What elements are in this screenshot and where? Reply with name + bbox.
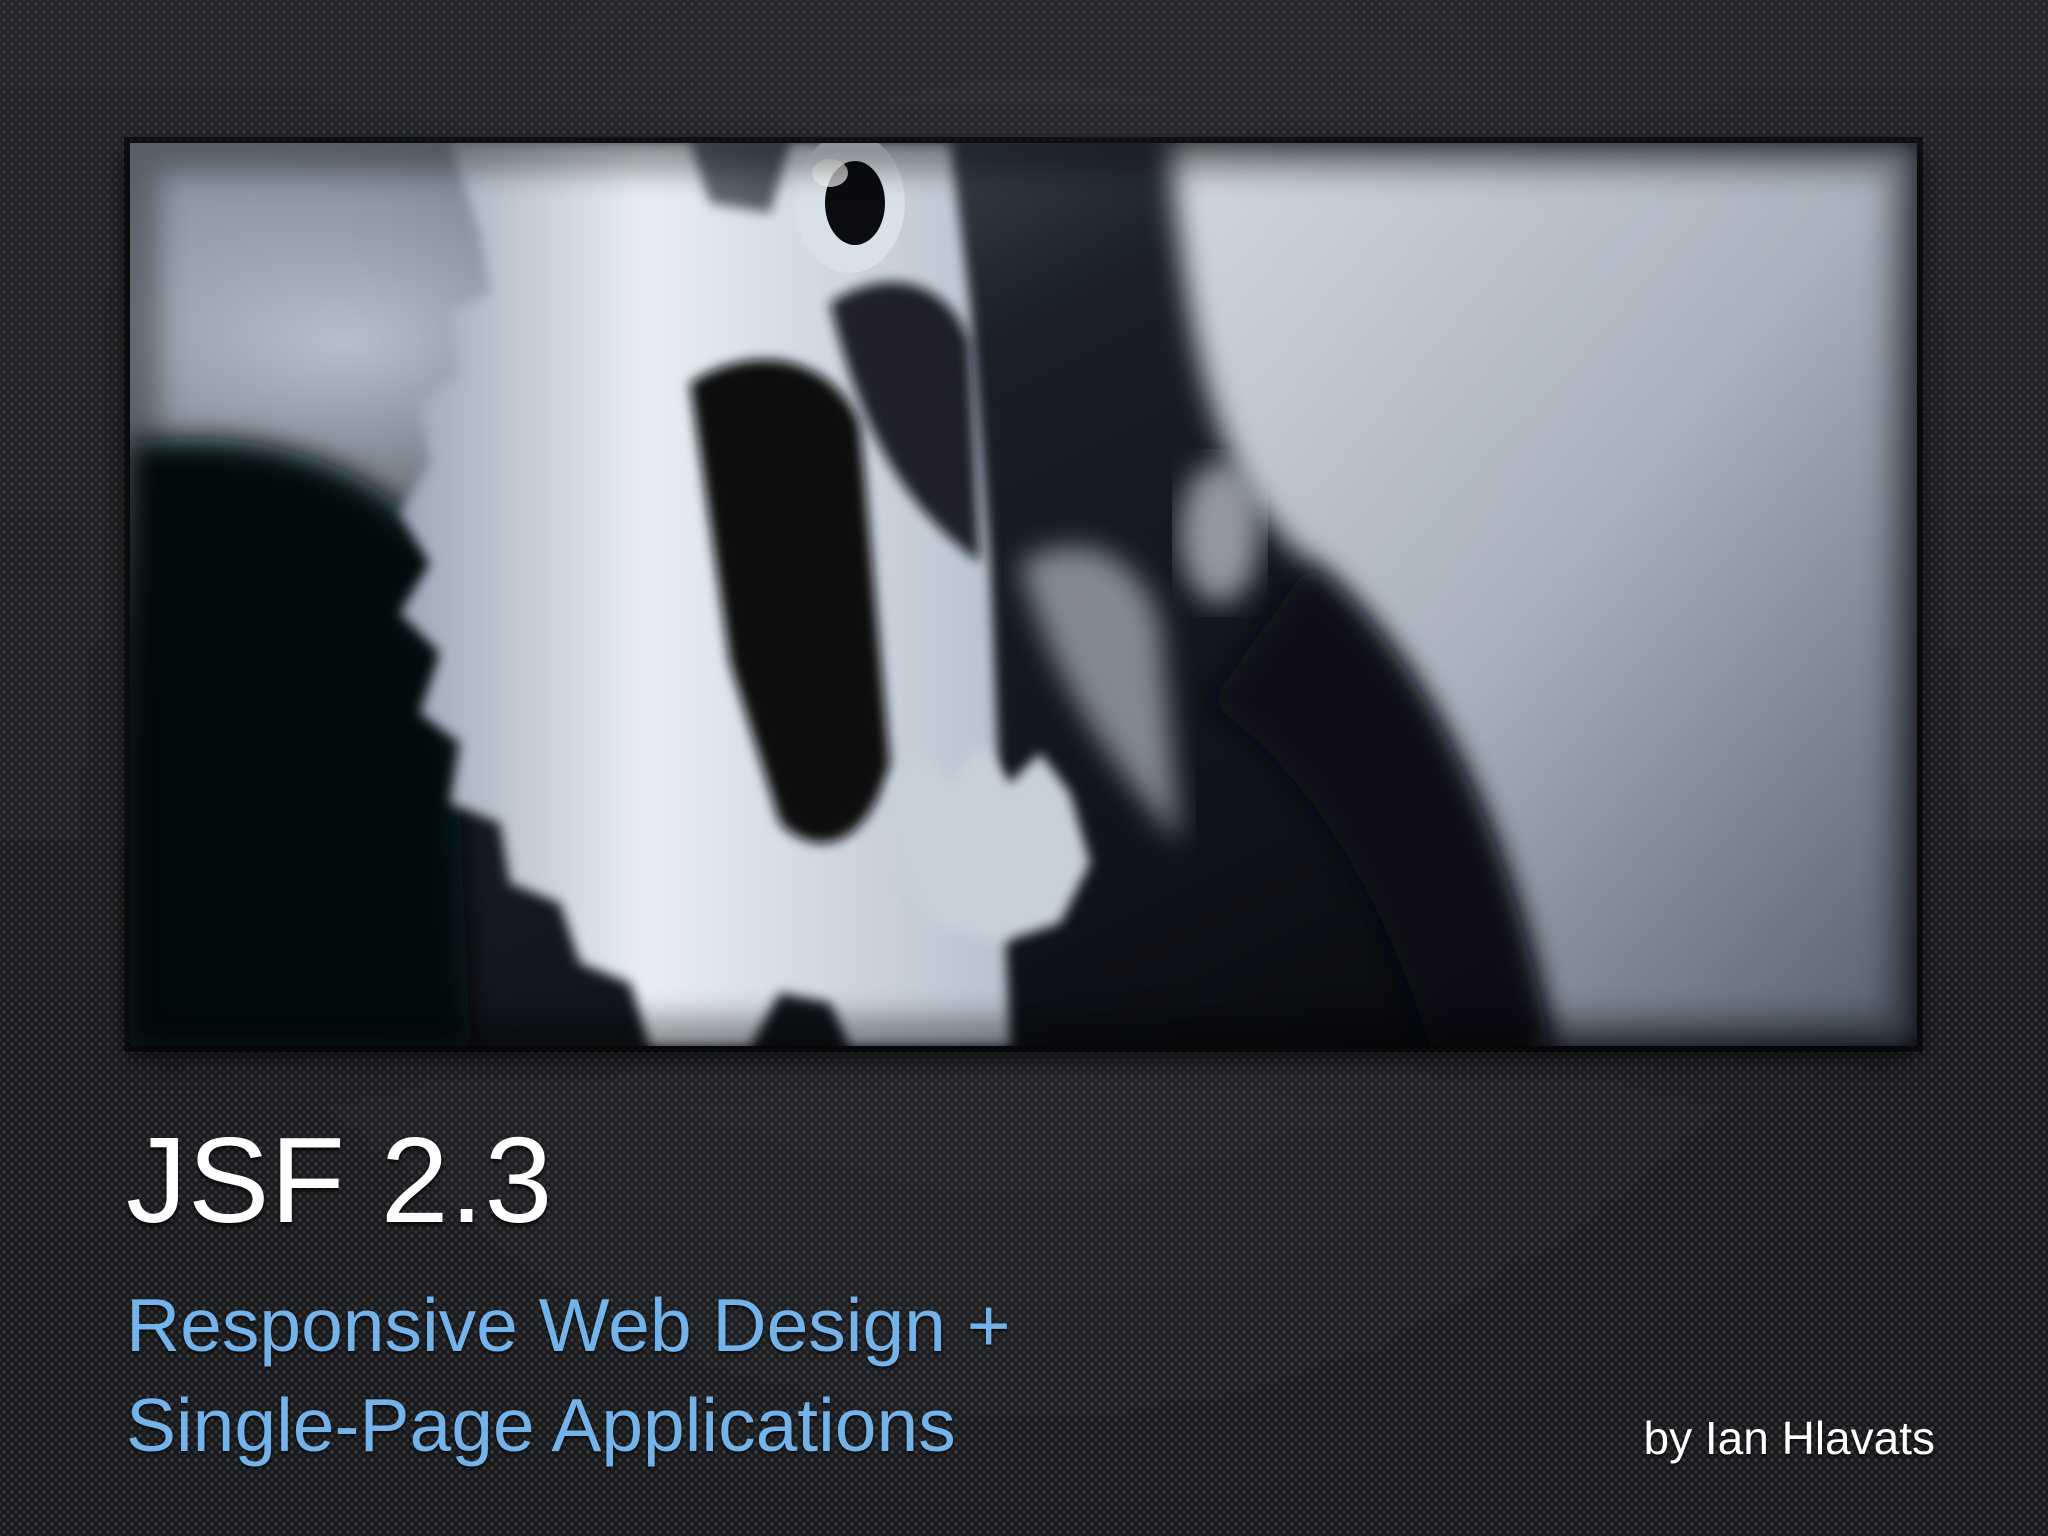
slide: JSF 2.3 Responsive Web Design + Single-P… xyxy=(0,0,2048,1536)
gears-image xyxy=(130,143,1917,1046)
gears-photo xyxy=(130,143,1917,1046)
author-credit: by Ian Hlavats xyxy=(1643,1412,1935,1464)
subtitle-line-2: Single-Page Applications xyxy=(126,1383,956,1467)
subtitle-line-1: Responsive Web Design + xyxy=(126,1283,1011,1367)
slide-subtitle: Responsive Web Design + Single-Page Appl… xyxy=(126,1275,1011,1475)
slide-title: JSF 2.3 xyxy=(126,1112,554,1248)
